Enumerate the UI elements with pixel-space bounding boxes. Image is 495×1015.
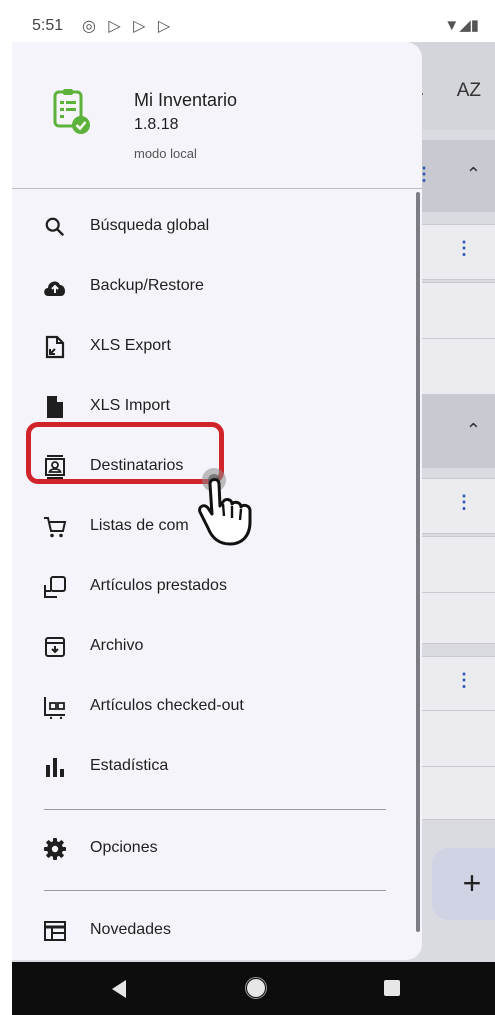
menu-item-opciones[interactable]: Opciones	[12, 822, 422, 878]
app-mode: modo local	[134, 146, 197, 161]
archive-icon	[42, 634, 68, 660]
phone-screen: 5:51 ◎ ▷ ▷ ▷ ▼◢▮ . AZ ⋮ ⌃ ⋮ ⌃ ⋮ ⋮ + Mi I…	[12, 10, 495, 1015]
lend-icon	[42, 574, 68, 600]
recents-icon[interactable]	[382, 978, 402, 998]
bg-kebab-icon: ⋮	[455, 238, 473, 258]
app-logo-icon	[53, 89, 90, 134]
cart-icon	[42, 514, 68, 540]
sort-az-button[interactable]: AZ	[457, 80, 481, 102]
menu-item-articulos-checked-out[interactable]: Artículos checked-out	[12, 680, 422, 736]
menu-item-label: Listas de com	[90, 517, 189, 534]
menu-item-label: Archivo	[90, 637, 144, 654]
app-name: Mi Inventario	[134, 90, 238, 110]
menu-divider	[44, 809, 386, 810]
file-export-icon	[42, 334, 68, 360]
menu-item-label: Búsqueda global	[90, 217, 210, 234]
back-icon[interactable]	[108, 978, 130, 1000]
menu-item-label: XLS Export	[90, 337, 171, 354]
drawer-scrollbar[interactable]	[416, 192, 420, 932]
signal-battery-icon: ▼◢▮	[444, 17, 479, 34]
hand-pointer-icon	[198, 468, 252, 546]
menu-item-archivo[interactable]: Archivo	[12, 620, 422, 676]
status-bar: 5:51 ◎ ▷ ▷ ▷ ▼◢▮	[12, 10, 495, 42]
menu-item-articulos-prestados[interactable]: Artículos prestados	[12, 560, 422, 616]
collapse-chevron-icon[interactable]: ⌃	[466, 420, 481, 441]
bg-kebab-icon: ⋮	[455, 492, 473, 512]
collapse-chevron-icon[interactable]: ⌃	[466, 164, 481, 185]
menu-item-label: Artículos prestados	[90, 577, 227, 594]
header-divider	[12, 188, 422, 189]
file-icon	[42, 394, 68, 420]
notification-icons: ◎ ▷ ▷ ▷	[82, 18, 175, 35]
app-version: 1.8.18	[134, 116, 179, 133]
bg-kebab-icon: ⋮	[455, 670, 473, 690]
checked-out-icon	[42, 694, 68, 720]
menu-divider	[44, 890, 386, 891]
bar-chart-icon	[42, 754, 68, 780]
menu-item-backup-restore[interactable]: Backup/Restore	[12, 260, 422, 316]
menu-item-xls-export[interactable]: XLS Export	[12, 320, 422, 376]
cloud-upload-icon	[42, 274, 68, 300]
menu-item-label: Backup/Restore	[90, 277, 204, 294]
home-icon[interactable]	[244, 976, 268, 1000]
menu-item-estadistica[interactable]: Estadística	[12, 740, 422, 796]
add-fab-button[interactable]: +	[432, 848, 495, 920]
status-time: 5:51	[32, 17, 64, 34]
gear-icon	[42, 836, 68, 862]
news-icon	[42, 918, 68, 944]
navigation-bar	[12, 962, 495, 1015]
search-icon	[42, 214, 68, 240]
menu-item-label: Novedades	[90, 921, 171, 938]
menu-item-novedades[interactable]: Novedades	[12, 904, 422, 960]
menu-item-label: XLS Import	[90, 397, 171, 414]
menu-item-label: Artículos checked-out	[90, 697, 244, 714]
menu-item-label: Opciones	[90, 839, 158, 856]
menu-item-busqueda-global[interactable]: Búsqueda global	[12, 200, 422, 256]
menu-item-label: Estadística	[90, 757, 169, 774]
